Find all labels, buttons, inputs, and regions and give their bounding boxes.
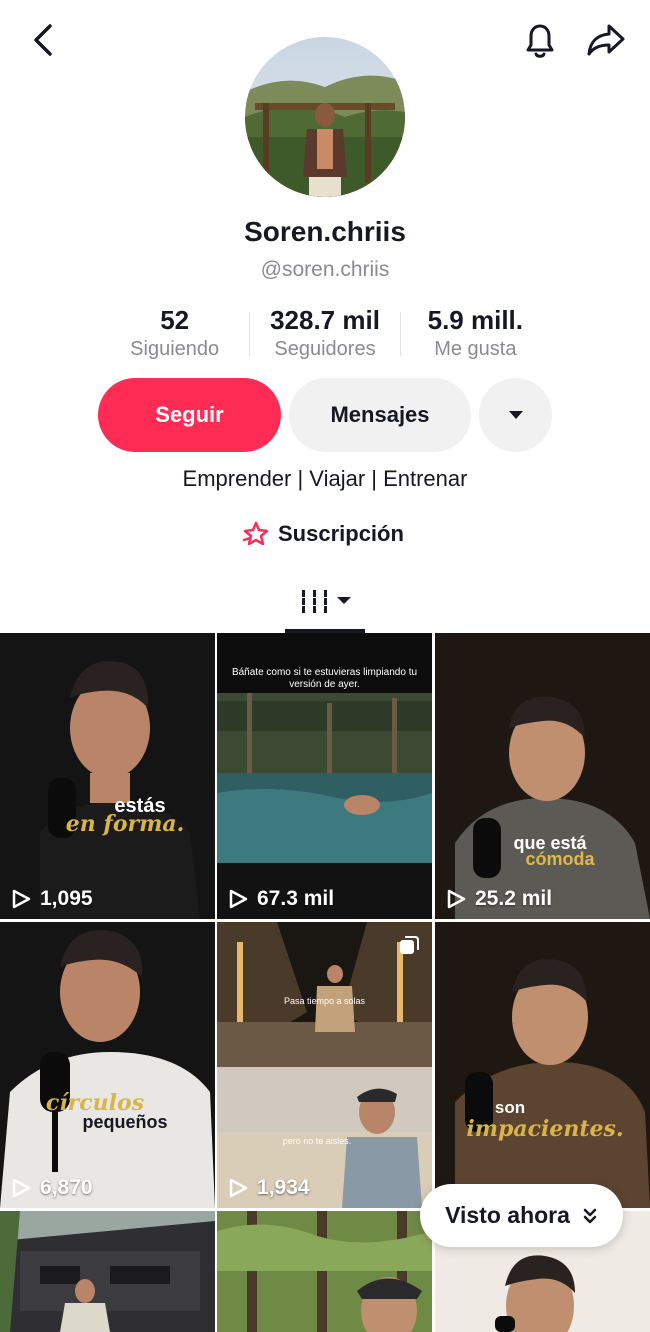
notifications-button[interactable] <box>520 20 560 60</box>
video-caption: son <box>494 1098 526 1117</box>
video-caption: Pasa tiempo a solas <box>283 996 366 1006</box>
username-handle: @soren.chriis <box>260 258 390 281</box>
play-icon <box>447 889 466 909</box>
subscription-label: Suscripción <box>278 521 404 546</box>
view-count: 1,095 <box>10 887 93 911</box>
video-caption: Báñate como si te estuvieras limpiando t… <box>231 667 418 690</box>
content-tabs <box>0 575 650 633</box>
video-caption: impacientes. <box>466 1116 624 1142</box>
view-count: 67.3 mil <box>227 887 334 911</box>
view-count-label: 67.3 mil <box>257 887 335 910</box>
share-button[interactable] <box>585 20 627 60</box>
recently-viewed-label: Visto ahora <box>445 1202 570 1228</box>
video-caption: pequeños <box>82 1112 168 1132</box>
bio-text: Emprender | Viajar | Entrenar <box>182 466 468 491</box>
profile-stats: 52 Siguiendo 328.7 mil Seguidores 5.9 mi… <box>100 304 550 364</box>
video-thumbnail[interactable]: Báñate como si te estuvieras limpiando t… <box>217 633 432 919</box>
view-count: 25.2 mil <box>445 887 552 911</box>
double-chevron-down-icon <box>583 1208 597 1223</box>
thumbnail-image <box>217 922 432 1208</box>
thumbnail-image <box>0 1211 215 1332</box>
more-options-button[interactable] <box>479 378 552 452</box>
stat-value: 52 <box>160 305 190 335</box>
star-badge-icon <box>242 521 269 546</box>
recently-viewed-button[interactable]: Visto ahora <box>420 1184 623 1247</box>
video-thumbnail[interactable]: Pasa tiempo a solas pero no te aisles. 1… <box>217 922 432 1208</box>
stat-value: 328.7 mil <box>270 305 380 335</box>
thumbnail-image <box>0 633 215 919</box>
video-caption: pero no te aisles. <box>282 1136 352 1146</box>
stat-value: 5.9 mill. <box>427 305 524 335</box>
view-count-label: 1,095 <box>40 887 93 910</box>
caret-down-icon <box>508 411 523 419</box>
thumbnail-image <box>435 922 650 1208</box>
play-icon <box>12 1178 31 1198</box>
subscription-link[interactable]: Suscripción <box>242 518 404 550</box>
video-thumbnail[interactable] <box>217 1211 432 1332</box>
video-thumbnail[interactable]: que está cómoda 25.2 mil <box>435 633 650 919</box>
carousel-icon <box>400 936 419 954</box>
messages-button[interactable]: Mensajes <box>289 378 471 452</box>
video-thumbnail[interactable]: estás en forma. 1,095 <box>0 633 215 919</box>
view-count-label: 25.2 mil <box>475 887 553 910</box>
follow-button[interactable]: Seguir <box>98 378 281 452</box>
back-button[interactable] <box>28 22 60 58</box>
stat-likes[interactable]: 5.9 mill. Me gusta <box>401 304 550 364</box>
avatar-photo <box>245 37 405 197</box>
display-name: Soren.chriis <box>244 216 406 247</box>
stat-label: Siguiendo <box>130 338 220 360</box>
play-icon <box>229 1178 248 1198</box>
play-icon <box>12 889 31 909</box>
share-arrow-icon <box>587 24 625 56</box>
play-icon <box>229 889 248 909</box>
bell-icon <box>526 24 554 58</box>
grid-bars-icon <box>302 590 351 613</box>
view-count: 1,934 <box>227 1176 310 1200</box>
chevron-left-icon <box>34 24 52 56</box>
video-thumbnail[interactable] <box>0 1211 215 1332</box>
thumbnail-image <box>0 922 215 1208</box>
avatar[interactable] <box>245 37 405 197</box>
video-caption: cómoda <box>525 849 595 869</box>
view-count-label: 1,934 <box>257 1176 310 1199</box>
video-thumbnail[interactable]: círculos pequeños 6,870 <box>0 922 215 1208</box>
view-count: 6,870 <box>10 1176 93 1200</box>
video-caption: en forma. <box>65 811 185 837</box>
view-count-label: 6,870 <box>40 1176 93 1199</box>
stat-followers[interactable]: 328.7 mil Seguidores <box>250 304 399 364</box>
video-thumbnail[interactable]: son impacientes. <box>435 922 650 1208</box>
thumbnail-image <box>435 633 650 919</box>
stat-label: Me gusta <box>434 338 517 360</box>
thumbnail-image <box>217 1211 432 1332</box>
tab-videos[interactable] <box>285 575 365 633</box>
stat-following[interactable]: 52 Siguiendo <box>100 304 249 364</box>
stat-label: Seguidores <box>274 338 376 360</box>
